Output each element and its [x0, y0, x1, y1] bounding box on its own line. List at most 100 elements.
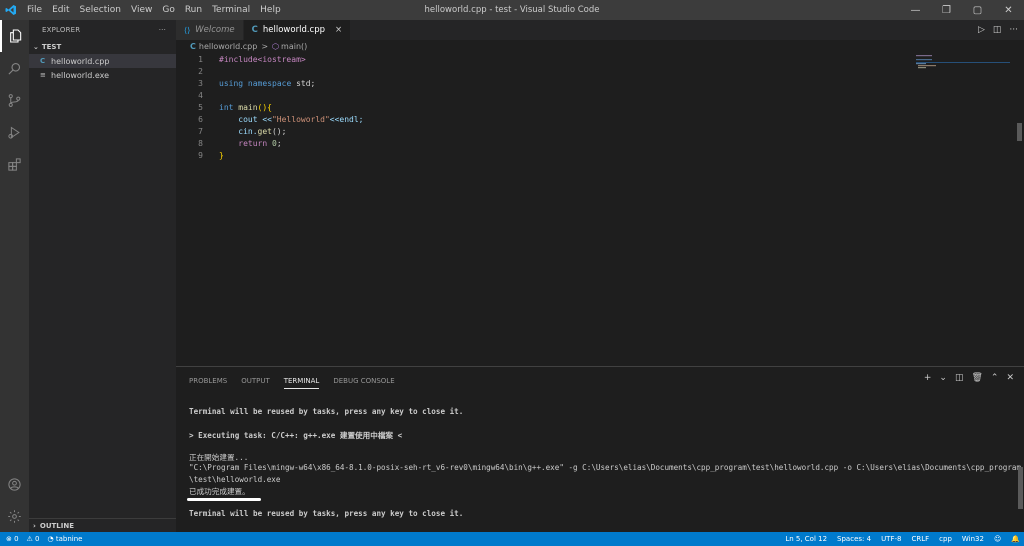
line-number: 1 [198, 54, 203, 64]
code-line: 9} [176, 149, 1024, 161]
explorer-header: EXPLORER ··· [29, 20, 176, 40]
tab-debug-console[interactable]: DEBUG CONSOLE [333, 377, 394, 385]
menu-file[interactable]: File [22, 0, 47, 20]
tab-welcome[interactable]: ⟨⟩ Welcome [176, 20, 244, 40]
extensions-icon[interactable] [0, 148, 29, 180]
code-token: <<endl; [329, 114, 364, 124]
split-terminal-icon[interactable]: ◫ [955, 373, 964, 383]
terminal-dropdown-icon[interactable]: ⌄ [939, 373, 947, 383]
restore-layout-button[interactable]: ❐ [931, 0, 962, 20]
activity-bottom [0, 468, 29, 532]
explorer-icon[interactable] [0, 20, 29, 52]
minimize-button[interactable]: — [900, 0, 931, 20]
close-window-button[interactable]: ✕ [993, 0, 1024, 20]
status-left: ⊗ 0 ⚠ 0 ◔ tabnine [0, 535, 82, 543]
code-token: (); [271, 126, 287, 136]
feedback-icon[interactable]: ☺ [994, 535, 1001, 543]
file-item-helloworld-exe[interactable]: ≡ helloworld.exe [29, 68, 176, 82]
chevron-right-icon: › [33, 521, 36, 530]
code-token: cout << [238, 114, 272, 124]
run-icon[interactable]: ▷ [978, 25, 985, 35]
menu-selection[interactable]: Selection [75, 0, 126, 20]
kill-terminal-icon[interactable]: 🗑 [971, 373, 982, 383]
run-debug-icon[interactable] [0, 116, 29, 148]
terminal-line: Terminal will be reused by tasks, press … [189, 407, 464, 416]
terminal-output[interactable]: Terminal will be reused by tasks, press … [189, 407, 1021, 520]
account-icon[interactable] [0, 468, 29, 500]
code-line: 1 #include<iostream> [176, 53, 1024, 65]
vscode-tab-icon: ⟨⟩ [184, 25, 191, 35]
folder-name: TEST [41, 43, 62, 51]
cursor-position[interactable]: Ln 5, Col 12 [785, 535, 827, 543]
terminal-scrollbar[interactable] [1018, 467, 1023, 509]
platform-config[interactable]: Win32 [962, 535, 984, 543]
maximize-panel-icon[interactable]: ⌃ [991, 373, 999, 383]
tab-output[interactable]: OUTPUT [241, 377, 270, 385]
code-line: 6 cout <<"Helloworld"<<endl; [176, 113, 1024, 125]
encoding[interactable]: UTF-8 [881, 535, 901, 543]
line-number: 3 [198, 78, 203, 88]
editor-tabs: ⟨⟩ Welcome C helloworld.cpp × ▷ ◫ ··· [176, 20, 1024, 40]
tab-label: helloworld.cpp [262, 25, 326, 35]
search-icon[interactable] [0, 52, 29, 84]
exe-file-icon: ≡ [40, 71, 46, 79]
notifications-bell-icon[interactable]: 🔔 [1011, 535, 1020, 543]
tab-helloworld-cpp[interactable]: C helloworld.cpp × [243, 20, 352, 40]
editor-scrollbar[interactable] [1017, 123, 1022, 141]
close-tab-icon[interactable]: × [335, 25, 342, 35]
split-editor-icon[interactable]: ◫ [993, 25, 1002, 35]
code-editor[interactable]: 1 #include<iostream> 2 3 using namespace s… [176, 53, 1024, 366]
new-terminal-icon[interactable]: + [924, 373, 932, 383]
file-item-helloworld-cpp[interactable]: C helloworld.cpp [29, 54, 176, 68]
source-control-icon[interactable] [0, 84, 29, 116]
code-token: "Helloworld" [271, 114, 330, 124]
explorer-sidebar: EXPLORER ··· ⌄ TEST C helloworld.cpp ≡ h… [29, 20, 176, 532]
breadcrumb: C helloworld.cpp > ⬡ main() [176, 40, 1024, 53]
terminal-line: \test\helloworld.exe [189, 474, 281, 484]
tabnine-icon: ◔ [47, 535, 56, 543]
menu-run[interactable]: Run [180, 0, 207, 20]
manage-gear-icon[interactable] [0, 500, 29, 532]
tabnine-status[interactable]: ◔ tabnine [48, 535, 83, 543]
code-line: 8 return 0; [176, 137, 1024, 149]
warnings-count[interactable]: ⚠ 0 [27, 535, 40, 543]
more-actions-icon[interactable]: ··· [1009, 25, 1018, 35]
outline-title: OUTLINE [39, 521, 75, 530]
tab-terminal[interactable]: TERMINAL [283, 377, 320, 389]
menu-terminal[interactable]: Terminal [207, 0, 255, 20]
code-line: 3 using namespace std; [176, 77, 1024, 89]
code-token: get [257, 126, 272, 136]
menu-view[interactable]: View [126, 0, 157, 20]
more-actions-icon[interactable]: ··· [159, 26, 166, 34]
window-controls: — ❐ ▢ ✕ [900, 0, 1024, 20]
line-number: 9 [198, 150, 203, 160]
panel-tabs: PROBLEMS OUTPUT TERMINAL DEBUG CONSOLE [176, 367, 1024, 395]
code-token: (){ [257, 102, 272, 112]
language-mode[interactable]: cpp [939, 535, 952, 543]
code-line: 2 [176, 65, 1024, 77]
terminal-line: 正在開始建置... [189, 453, 249, 463]
code-token: return [238, 138, 268, 148]
menu-edit[interactable]: Edit [47, 0, 74, 20]
menu-help[interactable]: Help [255, 0, 286, 20]
tab-problems[interactable]: PROBLEMS [189, 377, 227, 385]
minimap[interactable] [910, 53, 1010, 113]
file-label: helloworld.cpp [51, 56, 110, 66]
outline-section[interactable]: › OUTLINE [29, 518, 176, 532]
maximize-button[interactable]: ▢ [962, 0, 993, 20]
chevron-down-icon: ⌄ [33, 43, 39, 51]
close-panel-icon[interactable]: ✕ [1006, 373, 1014, 383]
errors-count[interactable]: ⊗ 0 [6, 535, 19, 543]
menu-go[interactable]: Go [157, 0, 179, 20]
menu-bar: File Edit Selection View Go Run Terminal… [22, 0, 286, 20]
line-ending[interactable]: CRLF [911, 535, 929, 543]
code-text: #include<iostream> [219, 54, 306, 64]
breadcrumb-file[interactable]: helloworld.cpp [199, 42, 257, 51]
breadcrumb-symbol[interactable]: main() [281, 42, 307, 51]
folder-section-test[interactable]: ⌄ TEST [29, 40, 176, 54]
indentation[interactable]: Spaces: 4 [837, 535, 871, 543]
cpp-file-icon: C [40, 57, 46, 65]
